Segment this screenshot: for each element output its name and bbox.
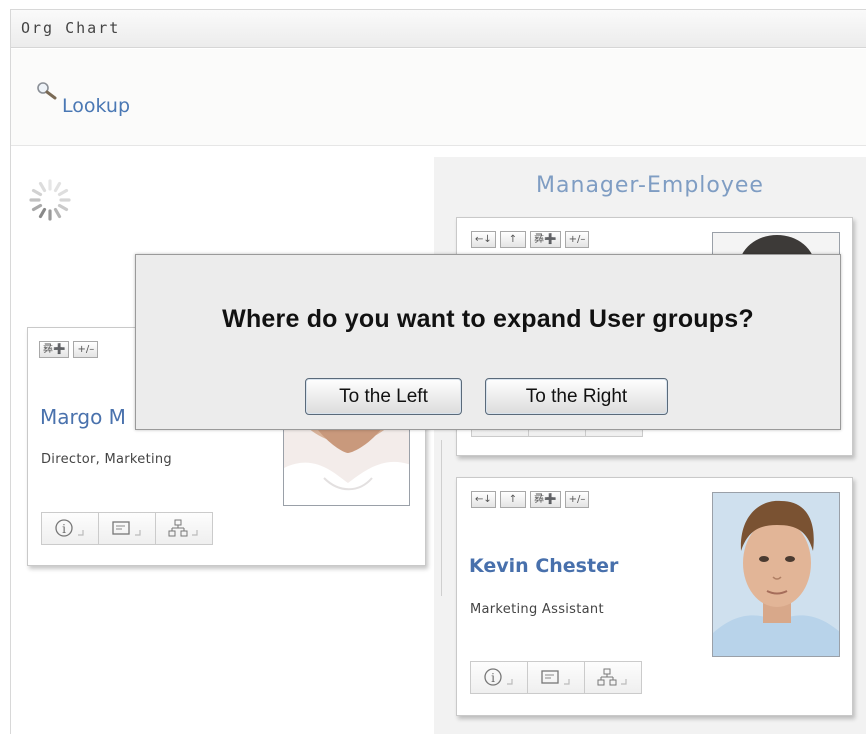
portlet-header: Org Chart [11, 10, 866, 48]
loading-spinner-icon [29, 179, 71, 221]
expand-direction-dialog: Where do you want to expand User groups?… [135, 254, 841, 430]
magnifier-icon [37, 82, 57, 100]
svg-text:i: i [491, 671, 495, 685]
svg-text:i: i [62, 522, 66, 536]
panel-title: Manager-Employee [536, 173, 764, 198]
card-toolbar: ←↓ ↑ 彞➕ +/– [471, 491, 590, 508]
email-button[interactable] [98, 512, 156, 545]
expand-left-button[interactable]: To the Left [305, 378, 462, 415]
card-actions: i [470, 661, 642, 694]
employee-role: Marketing Assistant [470, 602, 604, 617]
expand-groups-button[interactable]: 彞➕ [530, 491, 561, 508]
dialog-question: Where do you want to expand User groups? [222, 305, 754, 333]
move-button[interactable]: ←↓ [471, 231, 496, 248]
move-button[interactable]: ←↓ [471, 491, 496, 508]
expand-groups-button[interactable]: 彞➕ [39, 341, 70, 358]
lookup-label[interactable]: Lookup [62, 95, 130, 117]
panel-divider [441, 440, 442, 596]
info-button[interactable]: i [470, 661, 528, 694]
portlet-title: Org Chart [21, 19, 121, 37]
collapse-expand-button[interactable]: +/– [564, 231, 590, 248]
show-manager-button[interactable]: ↑ [499, 491, 527, 508]
employee-name[interactable]: Margo M [40, 405, 126, 429]
email-icon [541, 669, 570, 685]
employee-name[interactable]: Kevin Chester [469, 555, 618, 577]
card-toolbar: ←↓ ↑ 彞➕ +/– [471, 231, 590, 248]
lookup-link[interactable]: Lookup [36, 81, 130, 117]
info-icon: i [55, 518, 84, 537]
org-chart-button[interactable] [155, 512, 213, 545]
card-toolbar: 彞➕ +/– [39, 341, 99, 358]
show-manager-button[interactable]: ↑ [499, 231, 527, 248]
email-icon [112, 520, 141, 536]
collapse-expand-button[interactable]: +/– [564, 491, 590, 508]
org-chart-button[interactable] [584, 661, 642, 694]
info-button[interactable]: i [41, 512, 99, 545]
lookup-bar: Lookup [11, 49, 866, 146]
card-actions: i [41, 512, 213, 545]
employee-role: Director, Marketing [41, 452, 172, 467]
expand-groups-button[interactable]: 彞➕ [530, 231, 561, 248]
expand-right-button[interactable]: To the Right [485, 378, 668, 415]
org-chart-icon [597, 668, 627, 685]
employee-photo [712, 492, 840, 657]
employee-card-kevin[interactable]: ←↓ ↑ 彞➕ +/– Kevin Chester Marketing Assi… [456, 477, 853, 716]
collapse-expand-button[interactable]: +/– [73, 341, 99, 358]
email-button[interactable] [527, 661, 585, 694]
info-icon: i [484, 667, 513, 686]
org-chart-icon [168, 519, 198, 536]
